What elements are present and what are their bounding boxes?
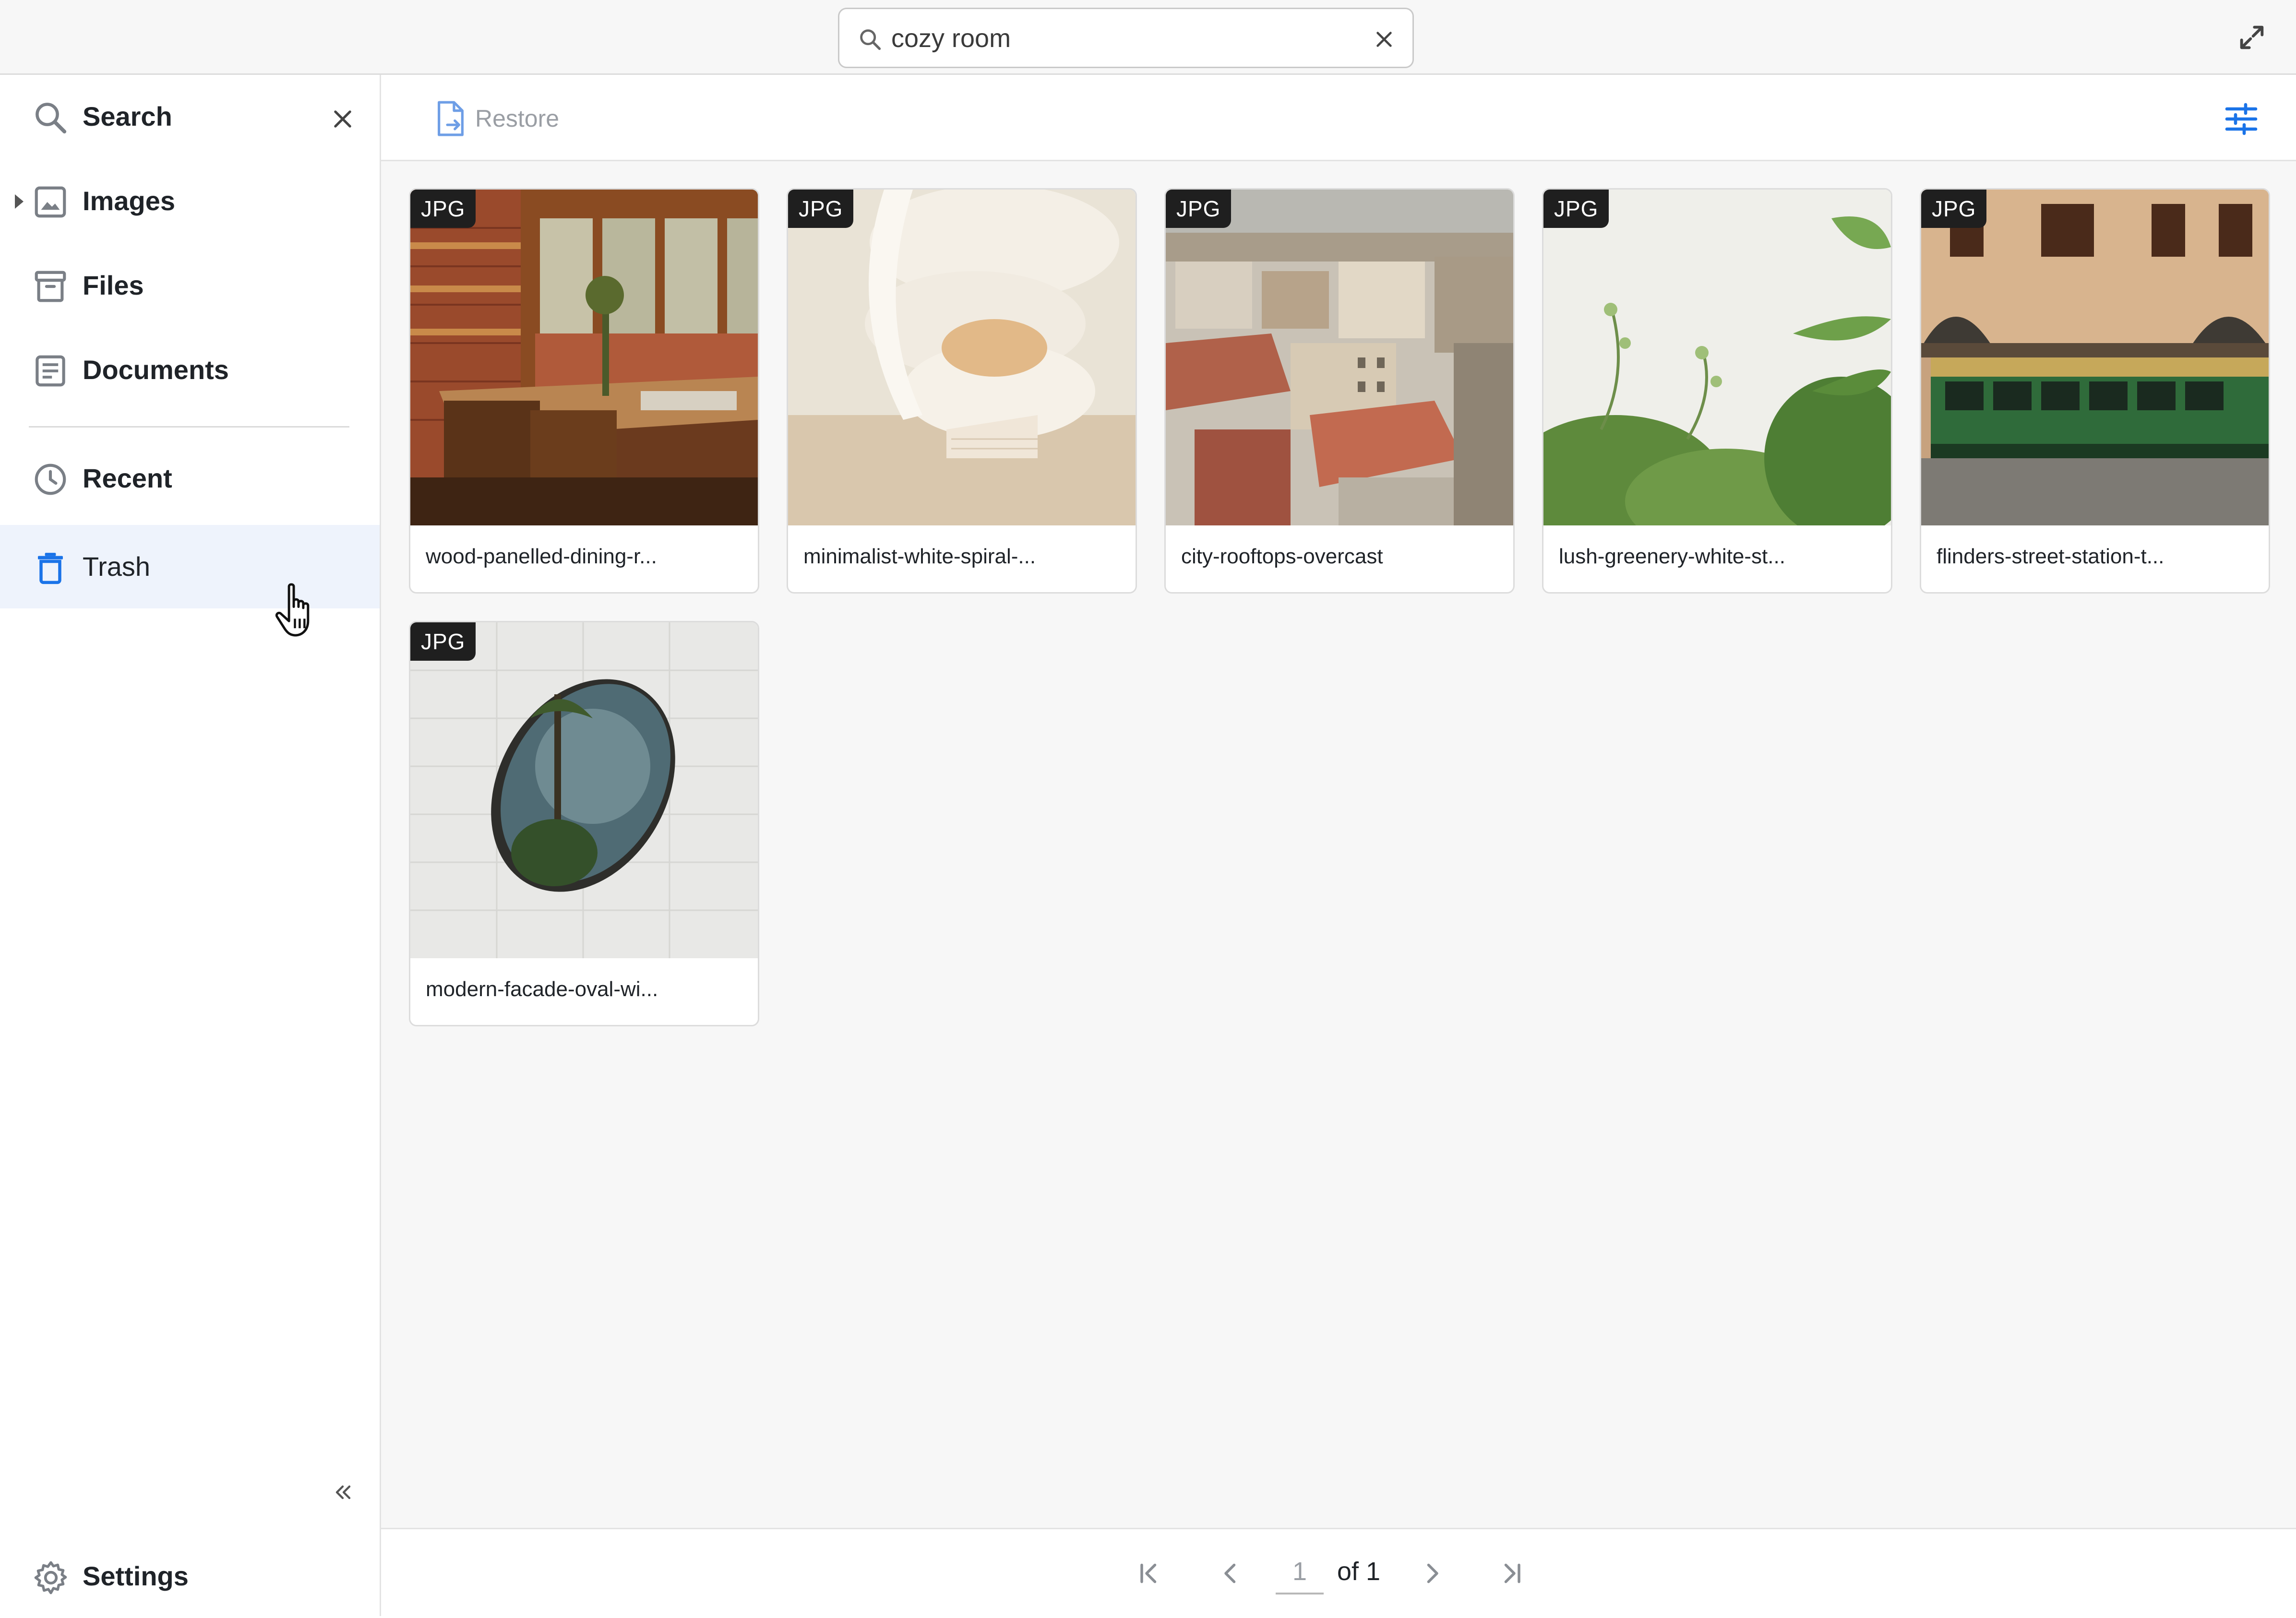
sidebar-item-label: Trash bbox=[83, 551, 151, 582]
file-card[interactable]: JPG wood-panelled-dining-r... bbox=[409, 188, 759, 594]
file-type-badge: JPG bbox=[410, 622, 476, 661]
sidebar-item-settings[interactable]: Settings bbox=[0, 1535, 380, 1618]
thumbnail-image bbox=[1166, 190, 1513, 525]
sidebar-item-label: Images bbox=[83, 186, 175, 216]
sidebar: Search Images Files Documents Recent Tra… bbox=[0, 75, 381, 1616]
top-bar bbox=[0, 0, 2296, 75]
gear-icon bbox=[32, 1559, 70, 1597]
file-type-badge: JPG bbox=[1166, 190, 1232, 228]
last-page-icon[interactable] bbox=[1497, 1559, 1526, 1588]
settings-label: Settings bbox=[83, 1561, 189, 1591]
file-grid: JPG wood-panelled-dining-r... JPG minima… bbox=[381, 161, 2296, 1528]
file-card[interactable]: JPG minimalist-white-spiral-... bbox=[787, 188, 1137, 594]
file-name: city-rooftops-overcast bbox=[1181, 545, 1383, 568]
previous-page-icon[interactable] bbox=[1216, 1559, 1245, 1588]
trash-icon bbox=[32, 549, 69, 586]
pagination-bar: 1 of 1 bbox=[381, 1528, 2296, 1616]
search-icon bbox=[32, 99, 69, 136]
file-card[interactable]: JPG modern-facade-oval-wi... bbox=[409, 621, 759, 1026]
sidebar-item-label: Documents bbox=[83, 355, 229, 385]
sidebar-divider bbox=[29, 426, 349, 428]
file-type-badge: JPG bbox=[788, 190, 854, 228]
sidebar-item-files[interactable]: Files bbox=[0, 244, 380, 327]
thumbnail-image bbox=[410, 190, 758, 525]
next-page-icon[interactable] bbox=[1418, 1559, 1447, 1588]
archive-icon bbox=[32, 268, 69, 305]
first-page-icon[interactable] bbox=[1135, 1559, 1163, 1588]
clock-icon bbox=[32, 461, 69, 498]
filter-settings-icon[interactable] bbox=[2224, 103, 2259, 135]
file-type-badge: JPG bbox=[1921, 190, 1987, 228]
file-card[interactable]: JPG city-rooftops-overcast bbox=[1164, 188, 1515, 594]
current-page-input[interactable]: 1 bbox=[1276, 1550, 1324, 1594]
restore-label: Restore bbox=[475, 105, 560, 132]
total-pages-label: of 1 bbox=[1337, 1557, 1381, 1586]
thumbnail-image bbox=[410, 622, 758, 958]
collapse-sidebar-icon[interactable] bbox=[331, 1481, 354, 1504]
document-icon bbox=[32, 352, 69, 390]
file-name: lush-greenery-white-st... bbox=[1559, 545, 1785, 568]
expand-window-icon[interactable] bbox=[2236, 22, 2267, 53]
image-icon bbox=[32, 183, 69, 221]
sidebar-item-images[interactable]: Images bbox=[0, 159, 380, 243]
file-name: wood-panelled-dining-r... bbox=[426, 545, 657, 568]
global-search-box[interactable] bbox=[838, 8, 1414, 68]
file-type-badge: JPG bbox=[1543, 190, 1609, 228]
restore-file-icon bbox=[434, 100, 467, 138]
sidebar-item-search[interactable]: Search bbox=[0, 75, 380, 158]
thumbnail-image bbox=[788, 190, 1136, 525]
file-name: minimalist-white-spiral-... bbox=[803, 545, 1036, 568]
clear-search-icon[interactable] bbox=[1373, 28, 1395, 50]
file-type-badge: JPG bbox=[410, 190, 476, 228]
thumbnail-image bbox=[1921, 190, 2269, 525]
sidebar-item-documents[interactable]: Documents bbox=[0, 328, 380, 412]
toolbar: Restore bbox=[381, 75, 2296, 161]
sidebar-item-label: Recent bbox=[83, 463, 172, 493]
file-card[interactable]: JPG flinders-street-station-t... bbox=[1920, 188, 2270, 594]
close-search-icon[interactable] bbox=[330, 107, 355, 131]
file-name: modern-facade-oval-wi... bbox=[426, 977, 658, 1001]
search-icon bbox=[858, 27, 883, 52]
sidebar-item-trash[interactable]: Trash bbox=[0, 525, 380, 608]
file-name: flinders-street-station-t... bbox=[1937, 545, 2164, 568]
sidebar-item-label: Search bbox=[83, 101, 172, 131]
sidebar-item-recent[interactable]: Recent bbox=[0, 437, 380, 520]
sidebar-item-label: Files bbox=[83, 270, 144, 300]
thumbnail-image bbox=[1543, 190, 1891, 525]
search-input[interactable] bbox=[891, 20, 1323, 57]
file-card[interactable]: JPG lush-greenery-white-st... bbox=[1542, 188, 1892, 594]
